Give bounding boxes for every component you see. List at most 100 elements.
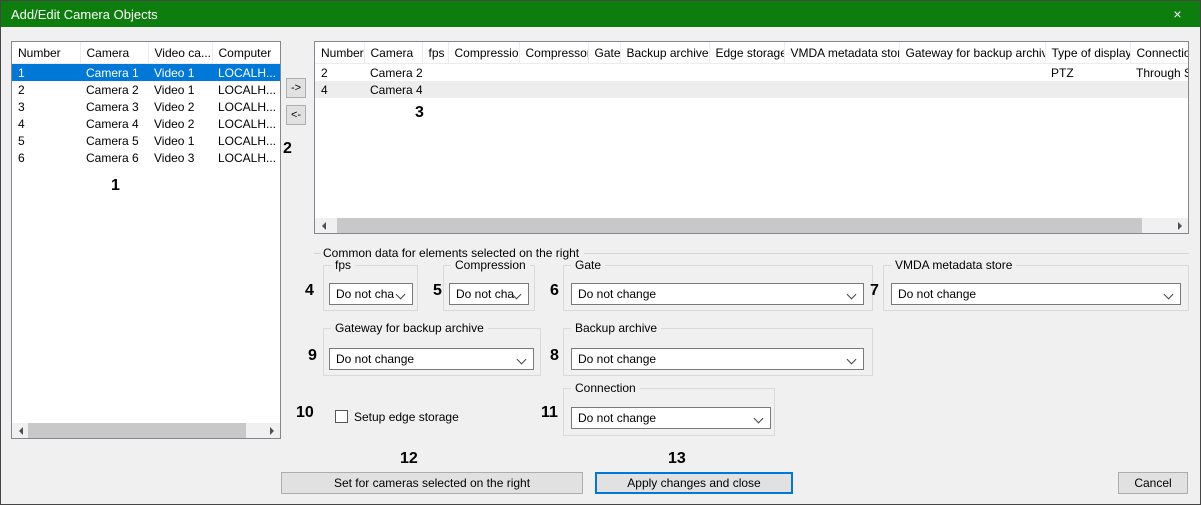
cell: LOCALH...: [212, 81, 281, 98]
backup-archive-value: Do not change: [578, 352, 656, 366]
selected-cameras-table: Number Camera fps Compression Compressor…: [314, 41, 1189, 234]
backup-archive-label: Backup archive: [571, 321, 661, 335]
annotation-10: 10: [296, 405, 314, 421]
chevron-down-icon: [396, 290, 406, 300]
setup-edge-storage-checkbox[interactable]: [335, 410, 348, 423]
column-header-compressor[interactable]: Compressor: [519, 42, 588, 64]
cell: [448, 64, 519, 82]
scroll-right-icon[interactable]: [264, 423, 280, 438]
column-header-connection[interactable]: Connection: [1130, 42, 1189, 64]
scrollbar-thumb[interactable]: [28, 423, 246, 438]
column-header-edge-storage[interactable]: Edge storage: [709, 42, 784, 64]
right-table-hscrollbar[interactable]: [315, 218, 1188, 233]
cell: 4: [315, 81, 364, 98]
left-table-hscrollbar[interactable]: [12, 423, 280, 438]
cell: Camera 5: [80, 132, 148, 149]
table-row[interactable]: 5 Camera 5 Video 1 LOCALH...: [12, 132, 281, 149]
fps-value: Do not cha: [336, 287, 394, 301]
annotation-12: 12: [400, 451, 418, 467]
chevron-down-icon: [847, 290, 857, 300]
cell: LOCALH...: [212, 149, 281, 166]
cell: 2: [12, 81, 80, 98]
annotation-11: 11: [541, 405, 558, 421]
gateway-value: Do not change: [336, 352, 414, 366]
cell: 5: [12, 132, 80, 149]
column-header-number[interactable]: Number: [315, 42, 364, 64]
column-header-video[interactable]: Video ca...: [148, 42, 212, 64]
column-header-vmda[interactable]: VMDA metadata store: [784, 42, 899, 64]
scroll-right-icon[interactable]: [1172, 218, 1188, 233]
compression-select[interactable]: Do not cha: [449, 283, 529, 305]
cell: [519, 64, 588, 82]
table-row[interactable]: 4 Camera 4 Video 2 LOCALH...: [12, 115, 281, 132]
cell: Camera 2: [80, 81, 148, 98]
backup-archive-select[interactable]: Do not change: [571, 348, 864, 370]
column-header-computer[interactable]: Computer: [212, 42, 281, 64]
gate-value: Do not change: [578, 287, 656, 301]
column-header-gate[interactable]: Gate: [588, 42, 620, 64]
table-row[interactable]: 2 Camera 2 PTZ Through Se: [315, 64, 1189, 82]
cell: Video 2: [148, 115, 212, 132]
connection-select[interactable]: Do not change: [571, 407, 771, 429]
cell: Video 1: [148, 64, 212, 82]
chevron-down-icon: [847, 355, 857, 365]
table-row[interactable]: 6 Camera 6 Video 3 LOCALH...: [12, 149, 281, 166]
cell: 6: [12, 149, 80, 166]
setup-edge-storage-label: Setup edge storage: [354, 410, 459, 424]
table-row[interactable]: 1 Camera 1 Video 1 LOCALH...: [12, 64, 281, 82]
compression-label: Compression: [451, 258, 530, 272]
add-edit-camera-dialog: Add/Edit Camera Objects × Number Camera …: [0, 0, 1201, 505]
column-header-number[interactable]: Number: [12, 42, 80, 64]
vmda-label: VMDA metadata store: [891, 258, 1016, 272]
gate-select[interactable]: Do not change: [571, 283, 864, 305]
close-icon[interactable]: ×: [1155, 1, 1200, 27]
all-cameras-table: Number Camera Video ca... Computer 1 Cam…: [11, 41, 281, 439]
cell: 1: [12, 64, 80, 82]
cell: LOCALH...: [212, 132, 281, 149]
scrollbar-thumb[interactable]: [337, 218, 1142, 233]
column-header-camera[interactable]: Camera: [80, 42, 148, 64]
apply-changes-button[interactable]: Apply changes and close: [595, 472, 793, 494]
annotation-4: 4: [305, 283, 314, 299]
column-header-type-of-display[interactable]: Type of display: [1045, 42, 1130, 64]
annotation-13: 13: [668, 451, 686, 467]
chevron-down-icon: [1164, 290, 1174, 300]
left-table-header: Number Camera Video ca... Computer: [12, 42, 281, 64]
cell: [1045, 81, 1130, 98]
vmda-value: Do not change: [898, 287, 976, 301]
annotation-1: 1: [111, 178, 120, 194]
cell: [448, 81, 519, 98]
vmda-select[interactable]: Do not change: [891, 283, 1181, 305]
table-row[interactable]: 3 Camera 3 Video 2 LOCALH...: [12, 98, 281, 115]
cell: Video 1: [148, 81, 212, 98]
cell: [422, 64, 448, 82]
annotation-5: 5: [433, 283, 442, 299]
cell: [709, 81, 784, 98]
column-header-compression[interactable]: Compression: [448, 42, 519, 64]
table-row[interactable]: 4 Camera 4: [315, 81, 1189, 98]
annotation-9: 9: [308, 348, 317, 364]
move-left-button[interactable]: <-: [286, 105, 306, 125]
cell: [899, 64, 1045, 82]
cell: [620, 64, 709, 82]
column-header-camera[interactable]: Camera: [364, 42, 422, 64]
scroll-left-icon[interactable]: [12, 423, 28, 438]
gateway-select[interactable]: Do not change: [329, 348, 534, 370]
move-right-button[interactable]: ->: [286, 78, 306, 98]
column-header-gateway[interactable]: Gateway for backup archive: [899, 42, 1045, 64]
table-row[interactable]: 2 Camera 2 Video 1 LOCALH...: [12, 81, 281, 98]
cell: [899, 81, 1045, 98]
cancel-button[interactable]: Cancel: [1118, 472, 1188, 494]
scroll-left-icon[interactable]: [315, 218, 331, 233]
fps-select[interactable]: Do not cha: [329, 283, 413, 305]
connection-label: Connection: [571, 381, 640, 395]
set-for-cameras-button[interactable]: Set for cameras selected on the right: [281, 472, 583, 494]
cell: Video 2: [148, 98, 212, 115]
column-header-backup-archive[interactable]: Backup archive: [620, 42, 709, 64]
cell: LOCALH...: [212, 64, 281, 82]
connection-value: Do not change: [578, 411, 656, 425]
cell: LOCALH...: [212, 98, 281, 115]
column-header-fps[interactable]: fps: [422, 42, 448, 64]
cell: [588, 81, 620, 98]
cell: 3: [12, 98, 80, 115]
